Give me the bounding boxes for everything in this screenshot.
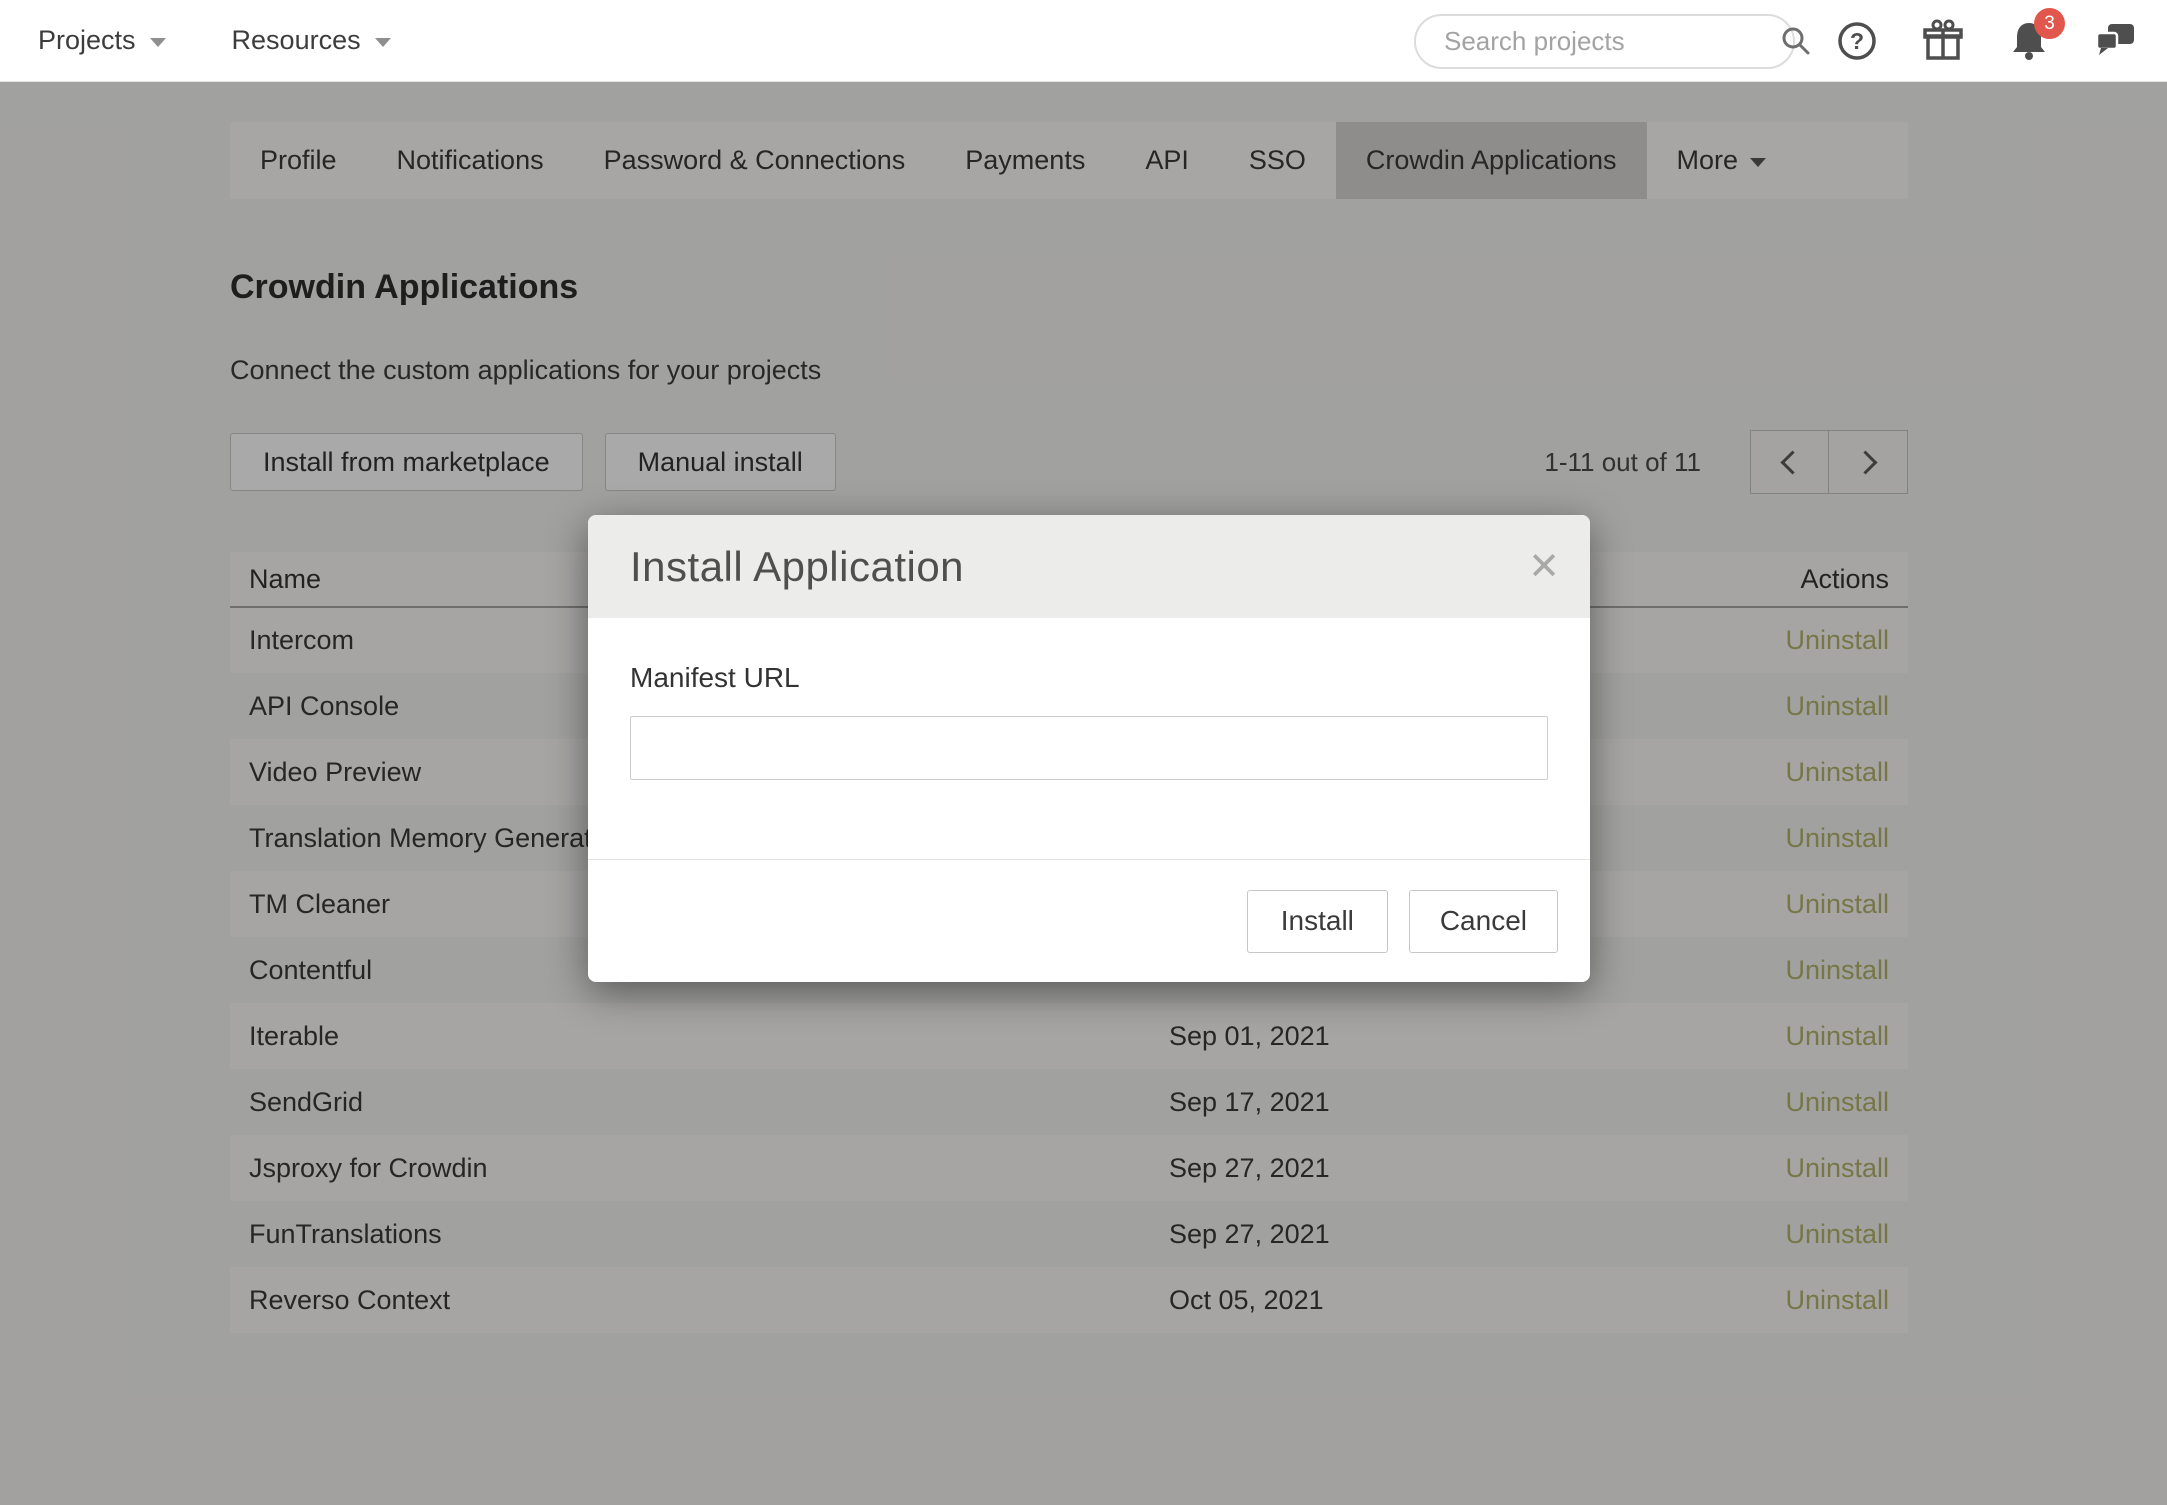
chevron-down-icon <box>150 38 166 47</box>
modal-body: Manifest URL <box>588 618 1590 859</box>
svg-text:?: ? <box>1850 28 1864 54</box>
resources-menu-label: Resources <box>232 25 361 56</box>
help-button[interactable]: ? <box>1833 17 1881 65</box>
navbar-right: ? <box>1414 0 2139 82</box>
cancel-button[interactable]: Cancel <box>1409 890 1558 953</box>
search-icon <box>1779 24 1813 58</box>
search-input-wrapper <box>1414 14 1795 69</box>
help-icon: ? <box>1835 19 1879 63</box>
modal-header: Install Application ✕ <box>588 515 1590 618</box>
screen: Projects Resources <box>0 0 2167 1505</box>
modal-title: Install Application <box>630 543 964 591</box>
projects-menu[interactable]: Projects <box>38 25 166 56</box>
manifest-url-input[interactable] <box>630 716 1548 780</box>
projects-menu-label: Projects <box>38 25 136 56</box>
notification-badge: 3 <box>2034 8 2065 39</box>
search-input[interactable] <box>1444 26 1779 57</box>
chevron-down-icon <box>375 38 391 47</box>
resources-menu[interactable]: Resources <box>232 25 391 56</box>
install-application-modal: Install Application ✕ Manifest URL Insta… <box>588 515 1590 982</box>
modal-footer: Install Cancel <box>588 859 1590 982</box>
navbar-left: Projects Resources <box>0 25 391 56</box>
notifications-button[interactable]: 3 <box>2005 17 2053 65</box>
install-button[interactable]: Install <box>1247 890 1388 953</box>
gift-icon <box>1920 18 1966 64</box>
chat-icon <box>2092 18 2138 64</box>
messages-button[interactable] <box>2091 17 2139 65</box>
top-navbar: Projects Resources <box>0 0 2167 82</box>
close-icon[interactable]: ✕ <box>1528 548 1560 586</box>
gift-button[interactable] <box>1919 17 1967 65</box>
manifest-url-label: Manifest URL <box>630 662 1548 694</box>
